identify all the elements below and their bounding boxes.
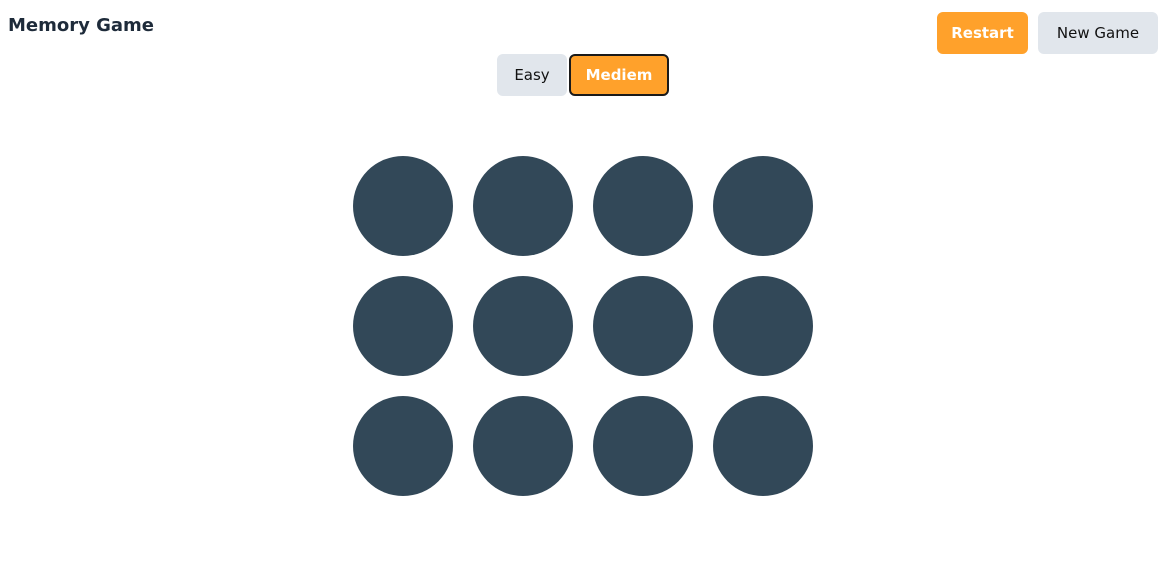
difficulty-easy-button[interactable]: Easy xyxy=(497,54,567,96)
memory-card[interactable] xyxy=(473,156,573,256)
difficulty-medium-button[interactable]: Mediem xyxy=(569,54,669,96)
memory-card[interactable] xyxy=(593,396,693,496)
memory-card[interactable] xyxy=(473,276,573,376)
memory-card[interactable] xyxy=(713,156,813,256)
memory-card[interactable] xyxy=(593,276,693,376)
memory-card[interactable] xyxy=(473,396,573,496)
memory-card[interactable] xyxy=(353,276,453,376)
difficulty-selector: Easy Mediem xyxy=(497,54,669,96)
page-title: Memory Game xyxy=(8,15,155,36)
top-actions: Restart New Game xyxy=(937,12,1158,54)
memory-card[interactable] xyxy=(713,276,813,376)
card-grid xyxy=(353,156,813,496)
restart-button[interactable]: Restart xyxy=(937,12,1028,54)
new-game-button[interactable]: New Game xyxy=(1038,12,1158,54)
memory-card[interactable] xyxy=(593,156,693,256)
memory-card[interactable] xyxy=(353,156,453,256)
memory-card[interactable] xyxy=(713,396,813,496)
memory-card[interactable] xyxy=(353,396,453,496)
